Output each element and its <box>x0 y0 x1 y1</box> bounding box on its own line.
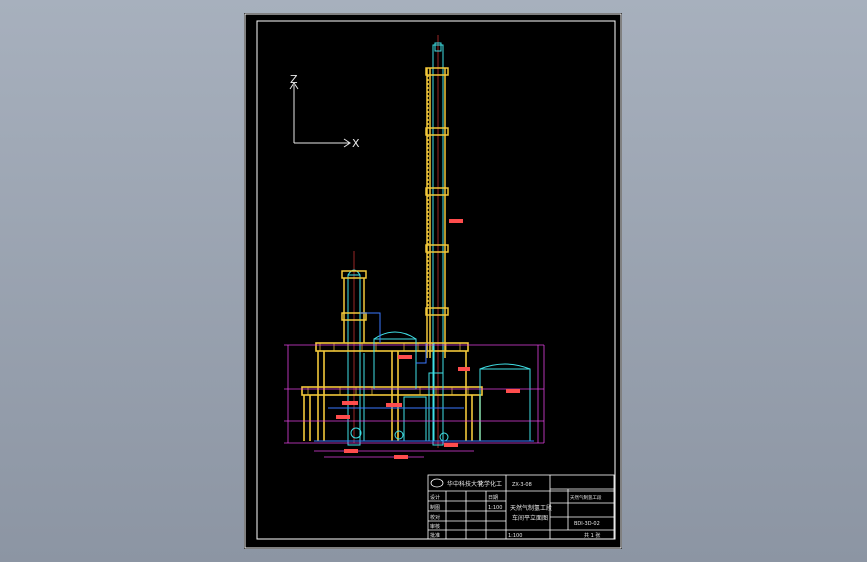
tb-row-label: 设计 <box>430 494 440 501</box>
tb-row-label: 批准 <box>430 532 440 539</box>
title-block-project: 天然气制氢工段 <box>570 494 602 501</box>
tb-row-value: 日期 <box>488 495 498 501</box>
title-block-scale: 1:100 <box>508 533 522 539</box>
axis-x-label: X <box>352 137 360 150</box>
tb-row-value: 1:100 <box>488 505 502 511</box>
drawing-sheet: Z X 华中科技大学 化学化工 ZX-3-08 天然气制氢工段 车间平立面图 天… <box>244 13 622 549</box>
axis-z-label: Z <box>290 73 298 86</box>
pipes <box>314 312 534 442</box>
title-block-sheet: 共 1 张 <box>584 532 600 539</box>
drawing-title-line2: 车间平立面图 <box>512 514 548 522</box>
title-block-department: 化学化工 <box>478 480 502 488</box>
elevation-drawing: Z X 华中科技大学 化学化工 ZX-3-08 天然气制氢工段 车间平立面图 天… <box>244 13 622 549</box>
tb-row-label: 审核 <box>430 523 440 530</box>
tb-row-label: 校对 <box>430 514 440 521</box>
tb-row-label: 制图 <box>430 504 440 511</box>
column-ladder-platforms <box>425 67 449 358</box>
dimension-lines <box>284 344 545 458</box>
ucs-axis-icon <box>289 82 351 148</box>
title-block-code-top: ZX-3-08 <box>512 482 532 488</box>
main-steel-frame <box>301 342 483 441</box>
title-block-drawing-no: BDI-3D-02 <box>574 521 600 527</box>
drawing-title-line1: 天然气制氢工段 <box>510 504 552 512</box>
inner-frame <box>256 20 616 540</box>
